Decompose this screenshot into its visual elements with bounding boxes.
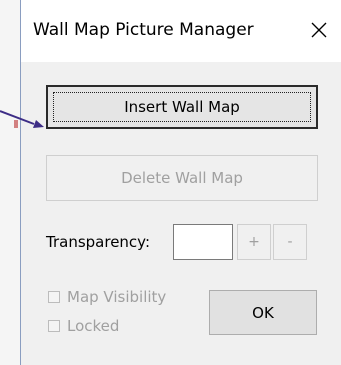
minus-label: -: [287, 234, 293, 250]
locked-checkbox[interactable]: [48, 320, 60, 332]
background-mark: [14, 120, 18, 128]
delete-wall-map-button[interactable]: Delete Wall Map: [46, 155, 318, 201]
transparency-label: Transparency:: [46, 233, 151, 251]
title-bar: Wall Map Picture Manager: [21, 0, 341, 62]
close-button[interactable]: [301, 12, 337, 48]
plus-label: +: [248, 234, 260, 250]
insert-wall-map-button[interactable]: Insert Wall Map: [46, 85, 318, 129]
map-visibility-label: Map Visibility: [67, 288, 167, 306]
ok-label: OK: [252, 303, 274, 322]
transparency-decrease-button[interactable]: -: [273, 224, 307, 260]
close-icon: [311, 22, 327, 38]
background-app: [0, 0, 20, 365]
screen: Wall Map Picture Manager Insert Wall Map…: [0, 0, 341, 365]
delete-wall-map-label: Delete Wall Map: [121, 169, 243, 187]
locked-checkbox-row[interactable]: Locked: [48, 317, 119, 335]
map-visibility-checkbox-row[interactable]: Map Visibility: [48, 288, 166, 306]
dialog-title: Wall Map Picture Manager: [33, 20, 254, 40]
locked-label: Locked: [67, 317, 120, 335]
insert-wall-map-label: Insert Wall Map: [124, 98, 240, 116]
ok-button[interactable]: OK: [209, 290, 317, 335]
transparency-input[interactable]: [173, 224, 233, 260]
map-visibility-checkbox[interactable]: [48, 291, 60, 303]
transparency-increase-button[interactable]: +: [237, 224, 271, 260]
wall-map-picture-manager-dialog: Wall Map Picture Manager Insert Wall Map…: [20, 0, 341, 365]
